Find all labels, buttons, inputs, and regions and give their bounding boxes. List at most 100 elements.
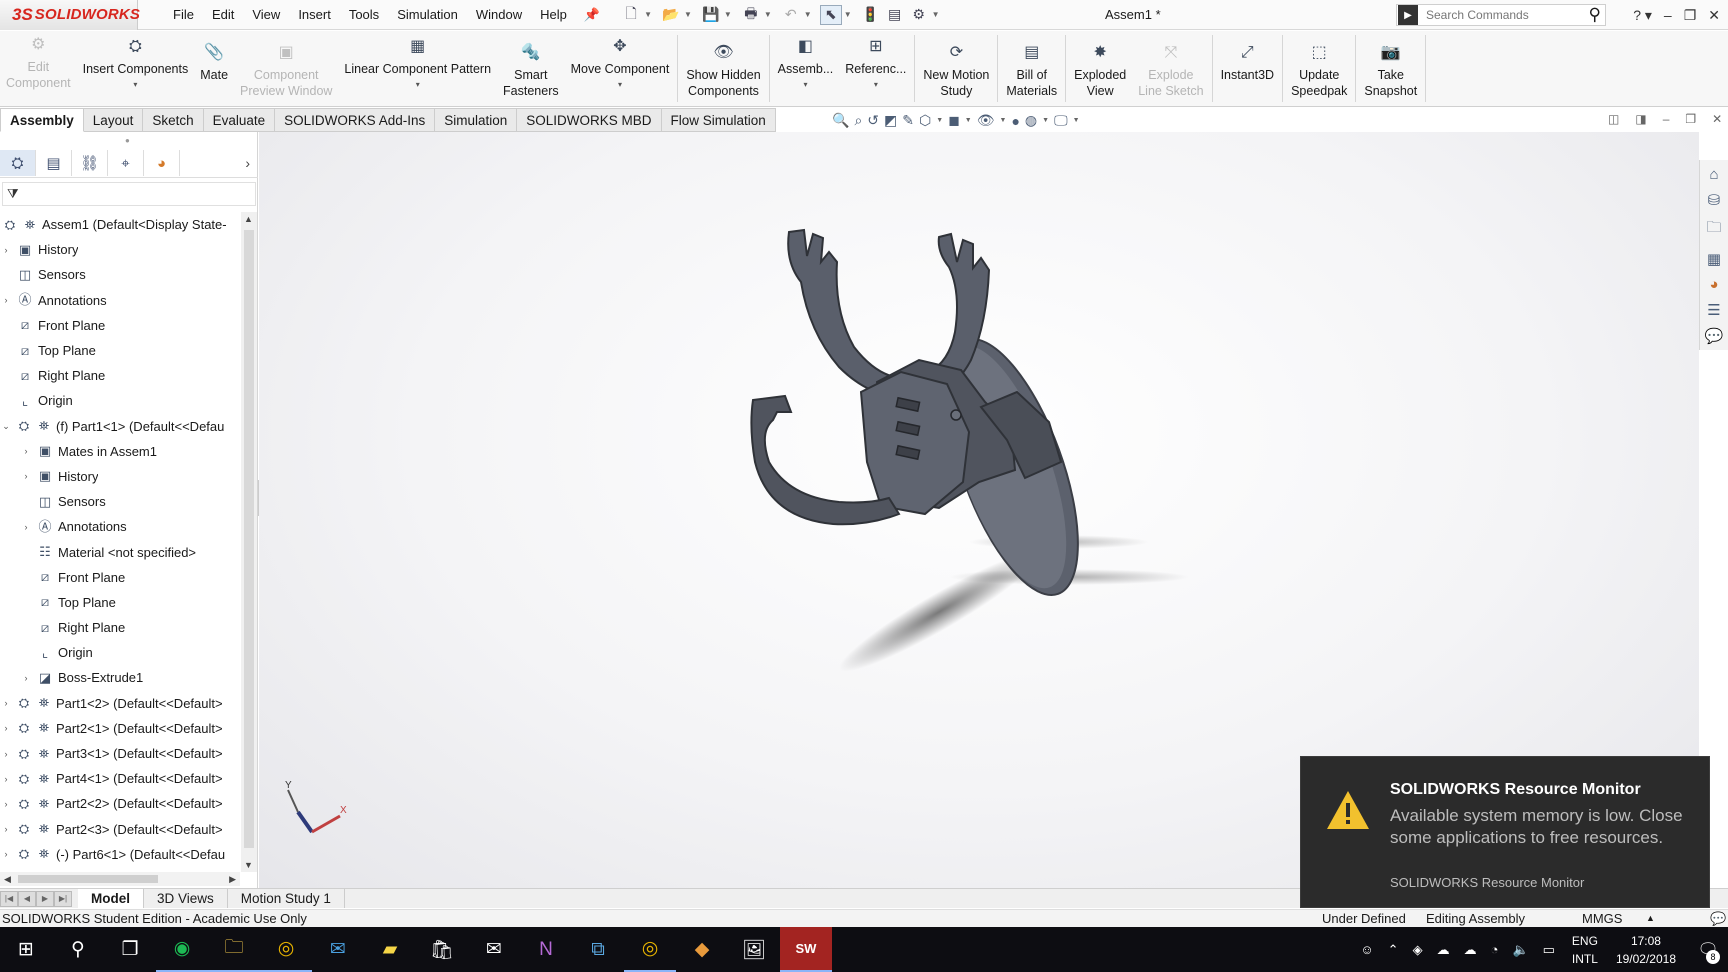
language-indicator[interactable]: ENG INTL — [1572, 932, 1598, 968]
wifi-icon[interactable]: ◔ — [1491, 942, 1499, 957]
onenote-icon[interactable]: N — [520, 927, 572, 972]
feature-manager-tab-icon[interactable]: ⛭ — [0, 150, 36, 176]
menu-insert[interactable]: Insert — [289, 0, 340, 30]
tab-solidworks-mbd[interactable]: SOLIDWORKS MBD — [517, 108, 662, 132]
tree-item-part2-2[interactable]: › ⛭ ⛯ Part2<2> (Default<<Default> — [0, 791, 240, 816]
configuration-manager-tab-icon[interactable]: ⛓ — [72, 150, 108, 176]
search-input[interactable]: Search Commands — [1426, 8, 1589, 22]
tree-item-part2-1[interactable]: › ⛭ ⛯ Part2<1> (Default<<Default> — [0, 716, 240, 741]
options-gear-icon[interactable]: ⚙ — [908, 5, 930, 25]
appearances-icon[interactable]: ◕ — [1709, 276, 1718, 293]
scene-dropdown-icon[interactable]: ▼ — [1042, 117, 1049, 124]
new-document-icon[interactable]: 🗋 — [620, 5, 642, 25]
property-manager-tab-icon[interactable]: ▤ — [36, 150, 72, 176]
tab-flow-simulation[interactable]: Flow Simulation — [661, 108, 776, 132]
collapse-arrow-icon[interactable]: ⌄ — [0, 421, 12, 432]
expand-arrow-icon[interactable]: › — [0, 849, 12, 859]
task-view-icon[interactable]: ❐ — [104, 927, 156, 972]
tab-motion-study-1[interactable]: Motion Study 1 — [228, 889, 345, 908]
options-dropdown-icon[interactable]: ▼ — [932, 10, 940, 19]
expand-arrow-icon[interactable]: › — [0, 774, 12, 784]
axis-triad[interactable]: Y X — [284, 780, 354, 840]
photos-icon[interactable]: 🖼 — [728, 927, 780, 972]
tab-solidworks-add-ins[interactable]: SOLIDWORKS Add-Ins — [275, 108, 436, 132]
expand-arrow-icon[interactable]: › — [0, 295, 12, 305]
show-hidden-components-button[interactable]: 👁 Show Hidden Components — [680, 31, 766, 106]
tree-item-part1-2[interactable]: › ⛭ ⛯ Part1<2> (Default<<Default> — [0, 691, 240, 716]
tree-item-part-origin[interactable]: ⌞ Origin — [0, 640, 240, 665]
first-tab-icon[interactable]: |◀ — [0, 890, 18, 907]
linear-pattern-dropdown-icon[interactable]: ▾ — [416, 77, 420, 93]
file-explorer-icon[interactable]: 🗀 — [1706, 217, 1721, 242]
sticky-notes-icon[interactable]: ▰ — [364, 927, 416, 972]
next-tab-icon[interactable]: ▶ — [36, 890, 54, 907]
expand-arrow-icon[interactable]: › — [0, 749, 12, 759]
status-chat-icon[interactable]: 💬 — [1710, 910, 1726, 927]
minimize-icon[interactable]: – — [1664, 0, 1672, 30]
scroll-thumb[interactable] — [18, 875, 158, 883]
onedrive-icon[interactable]: ☁ — [1437, 942, 1450, 958]
expand-arrow-icon[interactable]: › — [20, 673, 32, 683]
view-settings-dropdown-icon[interactable]: ▼ — [1073, 117, 1080, 124]
instant3d-button[interactable]: ⤢ Instant3D — [1215, 31, 1281, 106]
viewport-restore-icon[interactable]: ❐ — [1685, 112, 1696, 126]
save-dropdown-icon[interactable]: ▼ — [724, 10, 732, 19]
select-cursor-icon[interactable]: ⬉ — [819, 4, 842, 25]
take-snapshot-button[interactable]: 📷 Take Snapshot — [1358, 31, 1423, 106]
design-library-icon[interactable]: ⛁ — [1708, 191, 1721, 209]
tab-assembly[interactable]: Assembly — [0, 108, 84, 132]
tree-item-mates[interactable]: › ▣ Mates in Assem1 — [0, 439, 240, 464]
menu-file[interactable]: File — [164, 0, 203, 30]
onedrive-personal-icon[interactable]: ☁ — [1464, 942, 1477, 958]
app-diamond-icon[interactable]: ◆ — [676, 927, 728, 972]
linear-component-pattern-button[interactable]: ▦ Linear Component Pattern ▾ — [338, 31, 497, 106]
panel-grip-icon[interactable]: ● — [125, 136, 130, 145]
menu-edit[interactable]: Edit — [203, 0, 243, 30]
scroll-left-icon[interactable]: ◀ — [4, 872, 11, 886]
smart-fasteners-button[interactable]: 🔩 Smart Fasteners — [497, 31, 565, 106]
forum-icon[interactable]: 💬 — [1705, 327, 1724, 345]
menu-view[interactable]: View — [243, 0, 289, 30]
print-dropdown-icon[interactable]: ▼ — [764, 10, 772, 19]
assembly-features-button[interactable]: ◧ Assemb... ▾ — [772, 31, 840, 106]
chrome-icon[interactable]: ◎ — [260, 927, 312, 972]
viewport-single-icon[interactable]: ◨ — [1635, 112, 1646, 126]
last-tab-icon[interactable]: ▶| — [54, 890, 72, 907]
expand-arrow-icon[interactable]: › — [20, 522, 32, 532]
dynamic-annotation-icon[interactable]: ✎ — [902, 112, 914, 129]
save-icon[interactable]: 💾 — [700, 5, 722, 25]
tree-item-part-annotations[interactable]: › Ⓐ Annotations — [0, 514, 240, 539]
unit-system[interactable]: MMGS — [1582, 910, 1622, 927]
view-palette-icon[interactable]: ▦ — [1707, 250, 1721, 268]
scroll-thumb[interactable] — [244, 230, 254, 848]
solidworks-taskbar-icon[interactable]: SW — [780, 927, 832, 972]
new-motion-study-button[interactable]: ⟳ New Motion Study — [917, 31, 995, 106]
expand-arrow-icon[interactable]: › — [0, 799, 12, 809]
insert-components-dropdown-icon[interactable]: ▾ — [133, 77, 137, 93]
menu-window[interactable]: Window — [467, 0, 531, 30]
action-center-icon[interactable]: 🗨 8 — [1688, 927, 1728, 972]
mate-button[interactable]: 📎 Mate — [194, 31, 234, 106]
expand-arrow-icon[interactable]: › — [0, 824, 12, 834]
outlook-icon[interactable]: ✉ — [312, 927, 364, 972]
help-icon[interactable]: ? ▾ — [1633, 0, 1652, 30]
expand-arrow-icon[interactable]: › — [0, 245, 12, 255]
search-scope-icon[interactable]: ▶ — [1398, 5, 1418, 25]
tree-horizontal-scrollbar[interactable]: ◀ ▶ — [0, 872, 240, 886]
expand-arrow-icon[interactable]: › — [20, 446, 32, 456]
display-manager-tab-icon[interactable]: ◕ — [144, 150, 180, 176]
resource-monitor-notification[interactable]: SOLIDWORKS Resource Monitor Available sy… — [1300, 756, 1710, 908]
assembly-features-dropdown-icon[interactable]: ▾ — [803, 77, 807, 93]
viewport-split-icon[interactable]: ◫ — [1608, 112, 1619, 126]
tree-item-material[interactable]: ☷ Material <not specified> — [0, 539, 240, 564]
menu-help[interactable]: Help — [531, 0, 576, 30]
undo-dropdown-icon[interactable]: ▼ — [804, 10, 812, 19]
zoom-to-fit-icon[interactable]: 🔍 — [832, 112, 849, 129]
dimxpert-manager-tab-icon[interactable]: ⌖ — [108, 150, 144, 176]
windows-start-icon[interactable]: ⊞ — [0, 927, 52, 972]
chevron-right-icon[interactable]: › — [245, 150, 250, 177]
app-icon[interactable]: ⧉ — [572, 927, 624, 972]
tree-item-part-sensors[interactable]: ◫ Sensors — [0, 489, 240, 514]
mail-icon[interactable]: ✉ — [468, 927, 520, 972]
rebuild-icon[interactable]: 🚦 — [860, 5, 882, 25]
